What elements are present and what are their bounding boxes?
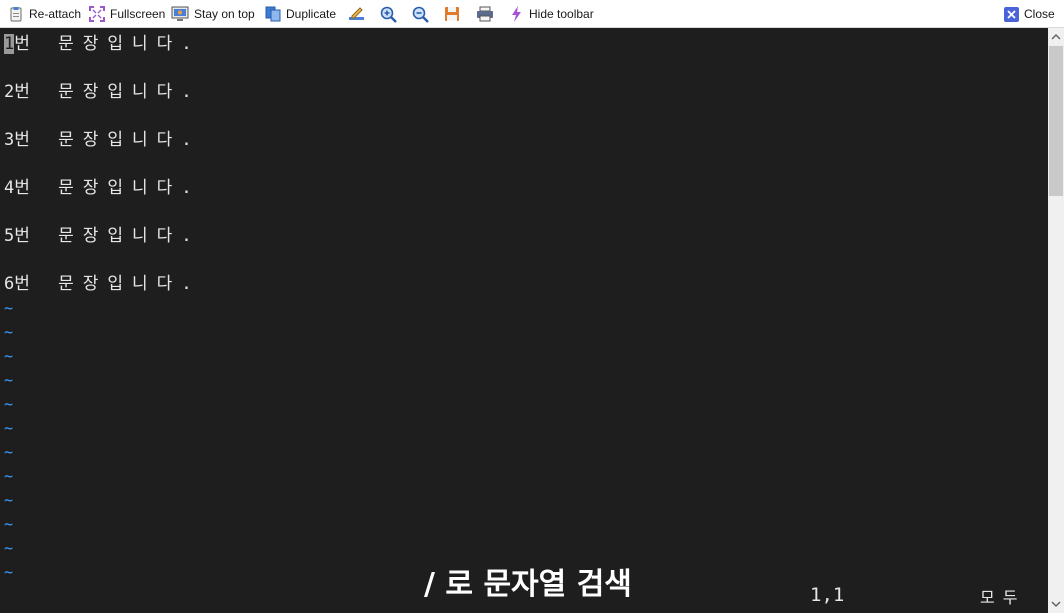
empty-line-marker: ~: [4, 539, 14, 557]
zoom-out-button[interactable]: [412, 4, 429, 24]
text-line: 6번 문장입니다.: [4, 274, 201, 294]
hide-toolbar-button[interactable]: Hide toolbar: [510, 4, 594, 24]
stay-on-top-label: Stay on top: [194, 7, 255, 21]
edit-icon: [348, 6, 365, 22]
duplicate-label: Duplicate: [286, 7, 337, 21]
text-line: 4번 문장입니다.: [4, 178, 201, 198]
zoom-out-icon: [412, 6, 429, 23]
fullscreen-label: Fullscreen: [110, 7, 166, 21]
print-icon: [476, 6, 494, 22]
empty-line-marker: ~: [4, 395, 14, 413]
caption-overlay: / 로 문자열 검색: [424, 567, 632, 602]
scrollbar-thumb[interactable]: [1049, 46, 1063, 196]
duplicate-icon: [265, 6, 281, 22]
vertical-scrollbar[interactable]: [1048, 28, 1064, 613]
cursor-position: 1,1: [810, 584, 845, 606]
fullscreen-button[interactable]: Fullscreen: [89, 4, 165, 24]
empty-line-marker: ~: [4, 371, 14, 389]
text-line: 1번 문장입니다.: [4, 34, 201, 54]
stay-on-top-button[interactable]: Stay on top: [171, 4, 255, 24]
monitor-icon: [171, 6, 189, 22]
lightning-icon: [510, 6, 524, 22]
close-label: Close: [1024, 7, 1055, 21]
print-button[interactable]: [476, 4, 494, 24]
scroll-up-arrow-icon[interactable]: [1048, 29, 1064, 45]
vim-editor[interactable]: 1번 문장입니다. 2번 문장입니다. 3번 문장입니다. 4번 문장입니다. …: [0, 28, 1048, 613]
empty-line-marker: ~: [4, 347, 14, 365]
empty-line-marker: ~: [4, 515, 14, 533]
text-line: 5번 문장입니다.: [4, 226, 201, 246]
save-icon: [444, 6, 460, 22]
scroll-down-arrow-icon[interactable]: [1048, 596, 1064, 612]
scroll-status: 모두: [980, 588, 1026, 607]
empty-line-marker: ~: [4, 467, 14, 485]
zoom-in-icon: [380, 6, 397, 23]
toolbar: Re-attach Fullscreen Stay on top Duplica…: [0, 0, 1064, 28]
empty-line-marker: ~: [4, 419, 14, 437]
empty-line-marker: ~: [4, 443, 14, 461]
reattach-button[interactable]: Re-attach: [8, 4, 81, 24]
fullscreen-icon: [89, 6, 105, 22]
empty-line-marker: ~: [4, 323, 14, 341]
empty-line-marker: ~: [4, 491, 14, 509]
zoom-in-button[interactable]: [380, 4, 397, 24]
empty-line-marker: ~: [4, 299, 14, 317]
hide-toolbar-label: Hide toolbar: [529, 7, 594, 21]
cursor: 1: [4, 34, 15, 54]
text-line: 2번 문장입니다.: [4, 82, 201, 102]
duplicate-button[interactable]: Duplicate: [265, 4, 336, 24]
empty-line-marker: ~: [4, 563, 14, 581]
save-button[interactable]: [444, 4, 460, 24]
edit-button[interactable]: [348, 4, 365, 24]
clipboard-icon: [8, 6, 24, 22]
close-icon: [1004, 6, 1019, 22]
close-button[interactable]: Close: [1004, 4, 1055, 24]
reattach-label: Re-attach: [29, 7, 82, 21]
text-line: 3번 문장입니다.: [4, 130, 201, 150]
